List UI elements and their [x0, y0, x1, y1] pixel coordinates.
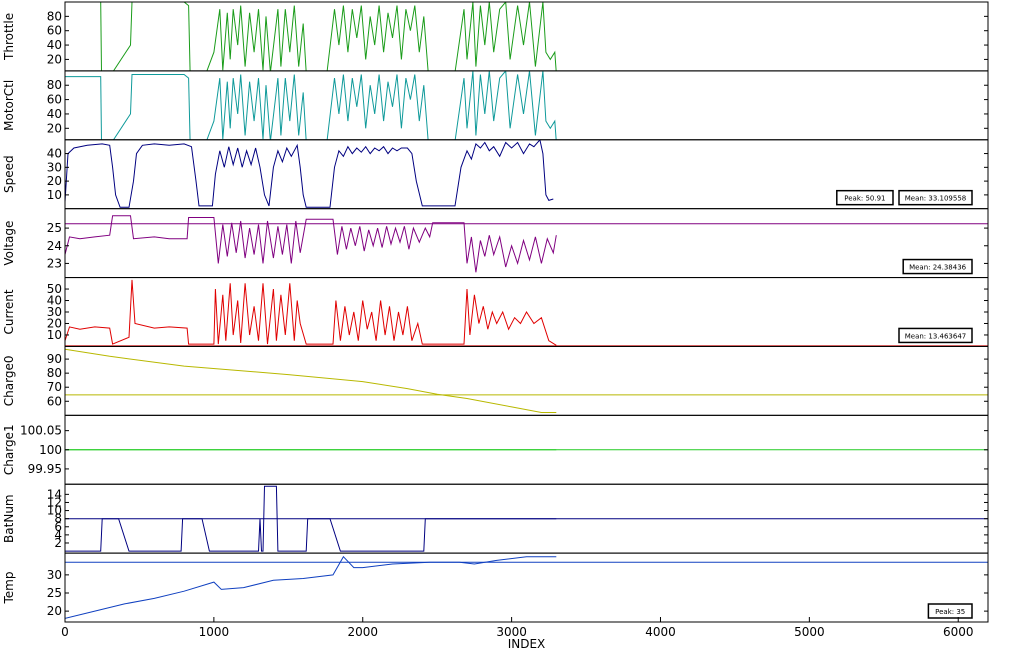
y-tick-label: 20 — [47, 174, 62, 188]
annotation-text: Mean: 13.463647 — [905, 332, 967, 340]
y-tick-label: 30 — [47, 160, 62, 174]
series-line-temp — [65, 555, 557, 619]
panel-frame — [64, 345, 989, 416]
y-tick-label: 100.05 — [20, 424, 62, 438]
x-tick-label: 1000 — [199, 625, 230, 639]
y-tick-label: 60 — [47, 24, 62, 38]
y-tick-label: 25 — [47, 586, 62, 600]
x-axis: 0 1000 2000 3000 4000 5000 6000 — [61, 617, 973, 639]
series-line-speed — [65, 139, 554, 208]
annotation-box: Mean: 33.109558 — [898, 189, 973, 206]
panel-frame — [64, 552, 989, 623]
y-tick-label: 99.95 — [28, 462, 62, 476]
panel-voltage: 23 24 25 Voltage Mean: 24.38436 — [2, 208, 989, 279]
y-tick-label: 80 — [47, 78, 62, 92]
y-tick-label: 20 — [47, 604, 62, 618]
y-axis-label-charge1: Charge1 — [2, 424, 16, 475]
annotation-box: Peak: 35 — [927, 603, 973, 619]
panel-frame — [64, 70, 989, 141]
panel-throttle: 20406080 Throttle — [2, 1, 989, 72]
series-line-current — [65, 279, 557, 346]
y-axis-label-throttle: Throttle — [2, 13, 16, 61]
y-tick-label: 80 — [47, 366, 62, 380]
annotation-text: Mean: 33.109558 — [905, 195, 967, 203]
x-tick-label: 0 — [61, 625, 69, 639]
y-tick-label: 23 — [47, 256, 62, 270]
y-axis-label-batnum: BatNum — [2, 494, 16, 543]
panel-batnum: 2468101214BatNum — [2, 483, 989, 554]
panel-frame — [64, 1, 989, 72]
annotation-box: Mean: 24.38436 — [902, 258, 973, 275]
y-axis-label-motorctl: MotorCtl — [2, 80, 16, 131]
panel-charge1: 99.95 100 100.05 Charge1 — [2, 414, 989, 485]
series-line-motorctl — [65, 70, 557, 140]
y-tick-label: 60 — [47, 394, 62, 408]
annotation-text: Peak: 35 — [935, 608, 965, 616]
y-axis-label-temp: Temp — [2, 572, 16, 605]
annotation-box: Peak: 50.91 — [836, 189, 894, 206]
annotation-box: Mean: 13.463647 — [898, 327, 973, 344]
panel-speed: 10203040 Speed Mean: 33.109558 Peak: 50.91 — [2, 139, 989, 210]
y-tick-label: 80 — [47, 9, 62, 23]
annotation-text: Mean: 24.38436 — [909, 264, 967, 272]
series-line-charge0 — [65, 348, 557, 413]
panel-charge0: 60708090 Charge0 — [2, 345, 989, 416]
y-tick-label: 10 — [47, 188, 62, 202]
x-tick-label: 5000 — [794, 625, 825, 639]
y-axis-label-charge0: Charge0 — [2, 356, 16, 407]
y-tick-label: 24 — [47, 239, 62, 253]
x-tick-label: 4000 — [645, 625, 676, 639]
y-tick-label: 40 — [47, 38, 62, 52]
y-axis-label-voltage: Voltage — [2, 221, 16, 266]
y-tick-label: 100 — [39, 443, 62, 457]
y-tick-label: 20 — [47, 52, 62, 66]
y-tick-label: 40 — [47, 147, 62, 161]
y-axis-label-speed: Speed — [2, 155, 16, 193]
y-tick-label: 20 — [47, 121, 62, 135]
telemetry-chart: 20406080Throttle20406080MotorCtl10203040… — [2, 1, 989, 651]
y-tick-label: 70 — [47, 380, 62, 394]
y-tick-label: 90 — [47, 352, 62, 366]
series-line-throttle — [65, 2, 557, 71]
y-tick-label: 60 — [47, 93, 62, 107]
x-axis-label: INDEX — [508, 637, 546, 651]
panel-frame — [64, 208, 989, 279]
y-axis-label-current: Current — [2, 289, 16, 334]
y-tick-label: 14 — [47, 487, 62, 501]
panel-motorctl: 20406080 MotorCtl — [2, 70, 989, 141]
chart-panels: 20406080Throttle20406080MotorCtl10203040… — [2, 1, 989, 623]
annotation-text: Peak: 50.91 — [844, 195, 885, 203]
x-tick-label: 6000 — [943, 625, 974, 639]
y-tick-label: 30 — [47, 568, 62, 582]
y-tick-label: 25 — [47, 221, 62, 235]
panel-temp: 20 25 30 Temp Peak: 35 — [2, 552, 989, 623]
panel-current: 1020304050CurrentMean: 13.463647 — [2, 277, 989, 347]
y-tick-label: 40 — [47, 107, 62, 121]
y-tick-label: 50 — [47, 282, 62, 296]
x-tick-label: 2000 — [347, 625, 378, 639]
